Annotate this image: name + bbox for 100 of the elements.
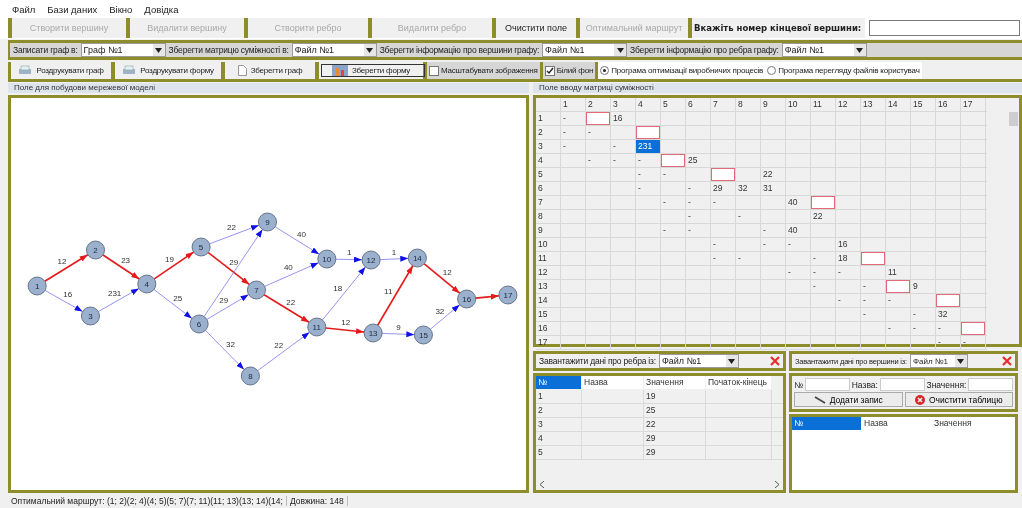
matrix-cell[interactable]: - (686, 224, 710, 237)
matrix-cell[interactable]: - (736, 252, 760, 265)
matrix-cell[interactable]: 11 (886, 266, 910, 279)
dropdown[interactable]: Файл №1 (291, 43, 377, 57)
clear-button[interactable]: Очистити таблицю (904, 392, 1013, 407)
matrix-cell[interactable]: 32 (736, 182, 760, 195)
matrix-cell[interactable]: - (586, 126, 610, 139)
action-button[interactable]: Зберегти форму (319, 62, 427, 79)
selected-cell[interactable]: 231 (636, 140, 660, 153)
matrix-cell[interactable]: - (886, 322, 910, 335)
matrix-cell[interactable]: - (636, 182, 660, 195)
matrix-cell[interactable]: - (586, 154, 610, 167)
matrix-cell[interactable]: 9 (911, 280, 935, 293)
matrix-cell[interactable]: 40 (786, 196, 810, 209)
add-button[interactable]: Додати запис (794, 392, 903, 407)
matrix-cell[interactable]: - (561, 126, 585, 139)
matrix-cell[interactable]: 31 (761, 182, 785, 195)
column-header[interactable]: Початок-кінець (706, 376, 771, 389)
matrix-cell[interactable]: - (686, 182, 710, 195)
checkbox[interactable] (429, 65, 439, 76)
matrix-cell[interactable]: - (936, 336, 960, 349)
matrix-cell[interactable]: 29 (711, 182, 735, 195)
toolbar-button[interactable]: Очистити поле (492, 18, 576, 38)
matrix-cell[interactable]: - (661, 168, 685, 181)
menu-item[interactable]: Довідка (144, 4, 179, 17)
matrix-cell[interactable]: - (711, 196, 735, 209)
input-field[interactable] (968, 378, 1013, 391)
matrix-cell[interactable]: - (711, 252, 735, 265)
matrix-cell[interactable]: 22 (761, 168, 785, 181)
close-icon[interactable] (1002, 356, 1012, 366)
close-icon[interactable] (770, 356, 780, 366)
dropdown-caret-icon[interactable] (614, 44, 627, 56)
matrix-cell[interactable]: - (811, 266, 835, 279)
highlighted-cell[interactable] (936, 294, 960, 307)
matrix-cell[interactable]: - (611, 154, 635, 167)
matrix-cell[interactable]: - (636, 168, 660, 181)
column-header[interactable]: Значення (644, 376, 705, 389)
matrix-cell[interactable]: - (761, 238, 785, 251)
highlighted-cell[interactable] (586, 112, 610, 125)
matrix-cell[interactable]: - (961, 336, 985, 349)
radio-button[interactable] (767, 66, 777, 75)
dropdown[interactable]: Файл №1 (542, 43, 628, 57)
matrix-cell[interactable]: - (686, 196, 710, 209)
menu-item[interactable]: Вікно (109, 4, 133, 17)
dropdown-caret-icon[interactable] (152, 44, 165, 56)
matrix-cell[interactable]: - (911, 322, 935, 335)
dropdown[interactable]: Файл №1 (781, 43, 867, 57)
radio-button[interactable] (600, 66, 610, 75)
dropdown-caret-icon[interactable] (954, 355, 967, 367)
matrix-cell[interactable]: - (786, 266, 810, 279)
matrix-cell[interactable]: - (736, 210, 760, 223)
column-header[interactable]: № (792, 417, 861, 430)
input-field[interactable] (805, 378, 850, 391)
matrix-cell[interactable]: - (661, 224, 685, 237)
input-field[interactable] (879, 378, 925, 391)
matrix-cell[interactable]: - (886, 294, 910, 307)
matrix-cell[interactable]: - (936, 322, 960, 335)
matrix-cell[interactable]: 22 (811, 210, 835, 223)
matrix-cell[interactable]: - (636, 154, 660, 167)
highlighted-cell[interactable] (811, 196, 835, 209)
highlighted-cell[interactable] (961, 322, 985, 335)
matrix-cell[interactable]: 25 (686, 154, 710, 167)
matrix-cell[interactable]: - (836, 294, 860, 307)
highlighted-cell[interactable] (886, 280, 910, 293)
matrix-cell[interactable]: 32 (936, 308, 960, 321)
column-header[interactable]: Назва (582, 376, 643, 389)
matrix-cell[interactable]: - (811, 280, 835, 293)
menu-item[interactable]: Файл (12, 4, 36, 17)
matrix-cell[interactable]: 16 (611, 112, 635, 125)
dropdown[interactable]: Файл №1 (909, 354, 968, 368)
highlighted-cell[interactable] (861, 252, 885, 265)
scroll-right-icon[interactable] (774, 480, 779, 488)
checkbox[interactable] (544, 65, 555, 76)
matrix-cell[interactable]: 40 (786, 224, 810, 237)
matrix-cell[interactable]: - (711, 238, 735, 251)
matrix-cell[interactable]: - (861, 294, 885, 307)
matrix-cell[interactable]: - (561, 112, 585, 125)
dropdown-caret-icon[interactable] (363, 44, 376, 56)
highlighted-cell[interactable] (711, 168, 735, 181)
matrix-cell[interactable]: - (761, 224, 785, 237)
highlighted-cell[interactable] (636, 126, 660, 139)
dropdown[interactable]: Граф №1 (80, 43, 166, 57)
matrix-cell[interactable]: - (661, 196, 685, 209)
input-field[interactable] (869, 20, 1020, 36)
matrix-cell[interactable]: - (811, 252, 835, 265)
matrix-cell[interactable]: - (861, 280, 885, 293)
matrix-cell[interactable]: - (786, 238, 810, 251)
dropdown[interactable]: Файл №1 (658, 354, 739, 368)
matrix-cell[interactable]: 18 (836, 252, 860, 265)
dropdown-caret-icon[interactable] (853, 44, 866, 56)
matrix-cell[interactable]: - (686, 210, 710, 223)
matrix-cell[interactable]: - (836, 266, 860, 279)
scroll-left-icon[interactable] (540, 480, 545, 488)
highlighted-cell[interactable] (661, 154, 685, 167)
matrix-cell[interactable]: 16 (836, 238, 860, 251)
matrix-cell[interactable]: - (911, 308, 935, 321)
column-header[interactable]: № (536, 376, 581, 389)
matrix-cell[interactable]: - (561, 140, 585, 153)
dropdown-caret-icon[interactable] (725, 355, 738, 367)
menu-item[interactable]: Бази даних (47, 4, 98, 17)
